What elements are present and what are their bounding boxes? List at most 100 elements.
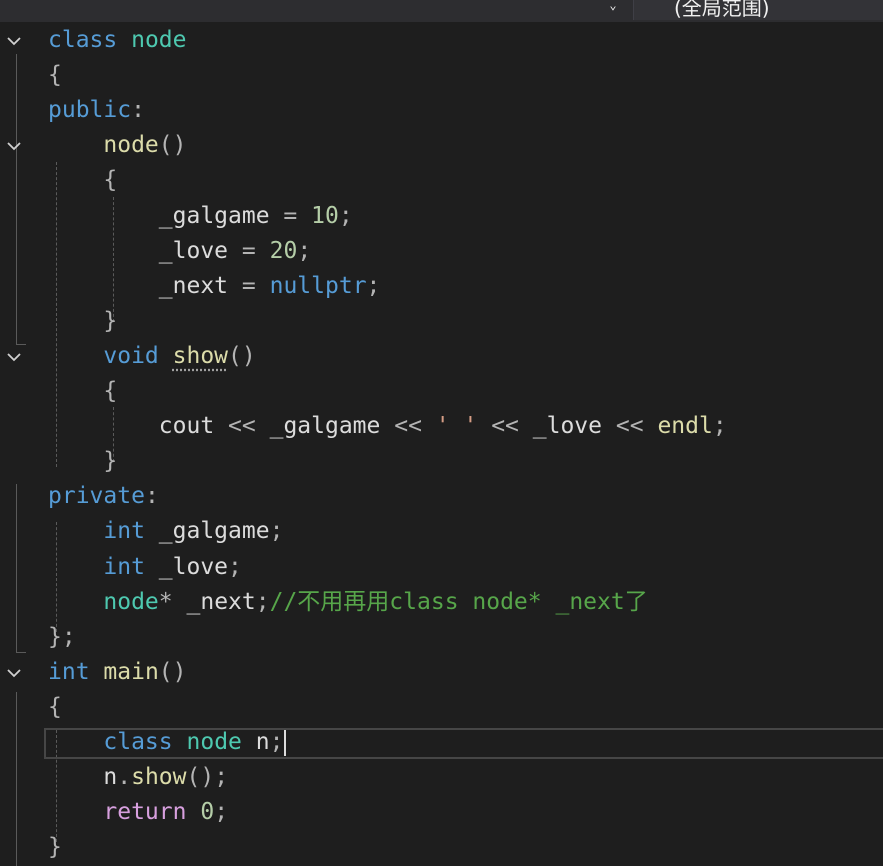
code-text: _next = nullptr;	[48, 269, 381, 304]
scope-dropdown[interactable]: (全局范围)	[633, 0, 883, 20]
code-line[interactable]: _love = 20;	[0, 234, 883, 269]
code-token: return	[103, 799, 187, 826]
code-line[interactable]: node()	[0, 128, 883, 163]
code-token: ()	[158, 132, 187, 159]
code-line[interactable]: node* _next;//不用再用class node* _next了	[0, 585, 883, 620]
code-text: }	[48, 304, 117, 339]
code-line[interactable]: }	[0, 830, 883, 865]
code-token: nullptr	[269, 272, 367, 299]
code-line[interactable]: cout << _galgame << ' ' << _love << endl…	[0, 409, 883, 444]
code-line[interactable]: {	[0, 163, 883, 198]
code-token: int	[103, 553, 145, 580]
code-text: _love = 20;	[48, 234, 311, 269]
code-line[interactable]: void show()	[0, 339, 883, 374]
code-text: _galgame = 10;	[48, 199, 353, 234]
text-caret	[284, 729, 287, 756]
code-token: 10	[311, 202, 339, 229]
member-dropdown-button[interactable]: ⌄	[598, 0, 628, 22]
code-token: <<	[228, 413, 256, 440]
code-token: ;	[269, 518, 284, 545]
code-token: }	[103, 448, 118, 475]
code-token: {	[48, 693, 62, 720]
code-line[interactable]: {	[0, 374, 883, 409]
code-line[interactable]: n.show();	[0, 760, 883, 795]
code-text: cout << _galgame << ' ' << _love << endl…	[48, 409, 727, 444]
code-token: {	[103, 167, 118, 194]
code-token: =	[283, 202, 298, 229]
collapse-chevron-icon[interactable]	[6, 665, 22, 681]
code-token: }	[103, 307, 118, 334]
code-token: show	[172, 342, 229, 369]
code-line[interactable]: }	[0, 444, 883, 479]
code-token: node	[103, 588, 159, 615]
code-token: {	[48, 62, 62, 89]
code-token: <<	[491, 413, 519, 440]
code-token: private	[48, 483, 145, 510]
code-token: endl	[657, 413, 713, 440]
code-token: cout	[158, 413, 215, 440]
code-token: int	[103, 518, 145, 545]
code-token: n	[255, 729, 270, 755]
code-line[interactable]: {	[0, 690, 883, 725]
code-token: :	[144, 483, 159, 510]
code-token: node	[186, 729, 242, 755]
code-line[interactable]: private:	[0, 479, 883, 514]
code-token: _love	[532, 413, 603, 440]
code-line[interactable]: _next = nullptr;	[0, 269, 883, 304]
code-line[interactable]: _galgame = 10;	[0, 199, 883, 234]
code-token: _galgame	[269, 413, 381, 440]
collapse-chevron-icon[interactable]	[6, 138, 22, 154]
code-token: ;	[214, 799, 229, 826]
code-token: n	[103, 764, 118, 791]
code-editor[interactable]: class node{public: node() { _galgame = 1…	[0, 22, 883, 866]
code-line[interactable]: int _galgame;	[0, 514, 883, 549]
code-token: :	[131, 97, 145, 124]
collapse-chevron-icon[interactable]	[6, 33, 22, 49]
code-line[interactable]: public:	[0, 93, 883, 128]
code-line[interactable]: {	[0, 58, 883, 93]
code-line[interactable]: class node	[0, 23, 883, 58]
scope-label: (全局范围)	[674, 0, 770, 20]
code-token: ()	[158, 658, 187, 685]
code-token: ()	[228, 342, 256, 369]
navigation-bar: ⌄ (全局范围)	[0, 0, 883, 22]
code-text: {	[48, 163, 117, 198]
code-line[interactable]: }	[0, 304, 883, 339]
code-line[interactable]: int main()	[0, 655, 883, 690]
code-token: public	[48, 97, 132, 124]
code-editor-window: ⌄ (全局范围) class node{public: node() { _ga…	[0, 0, 883, 866]
code-token: class	[48, 27, 118, 53]
code-line[interactable]: int _love;	[0, 550, 883, 585]
code-line[interactable]: };	[0, 620, 883, 655]
collapse-chevron-icon[interactable]	[6, 349, 22, 365]
code-text: {	[48, 374, 117, 409]
code-token: class	[103, 729, 173, 755]
code-line[interactable]: return 0;	[0, 795, 883, 830]
code-token: .	[117, 764, 132, 791]
code-line[interactable]: class node n;	[0, 725, 883, 760]
code-token: main	[103, 658, 159, 685]
